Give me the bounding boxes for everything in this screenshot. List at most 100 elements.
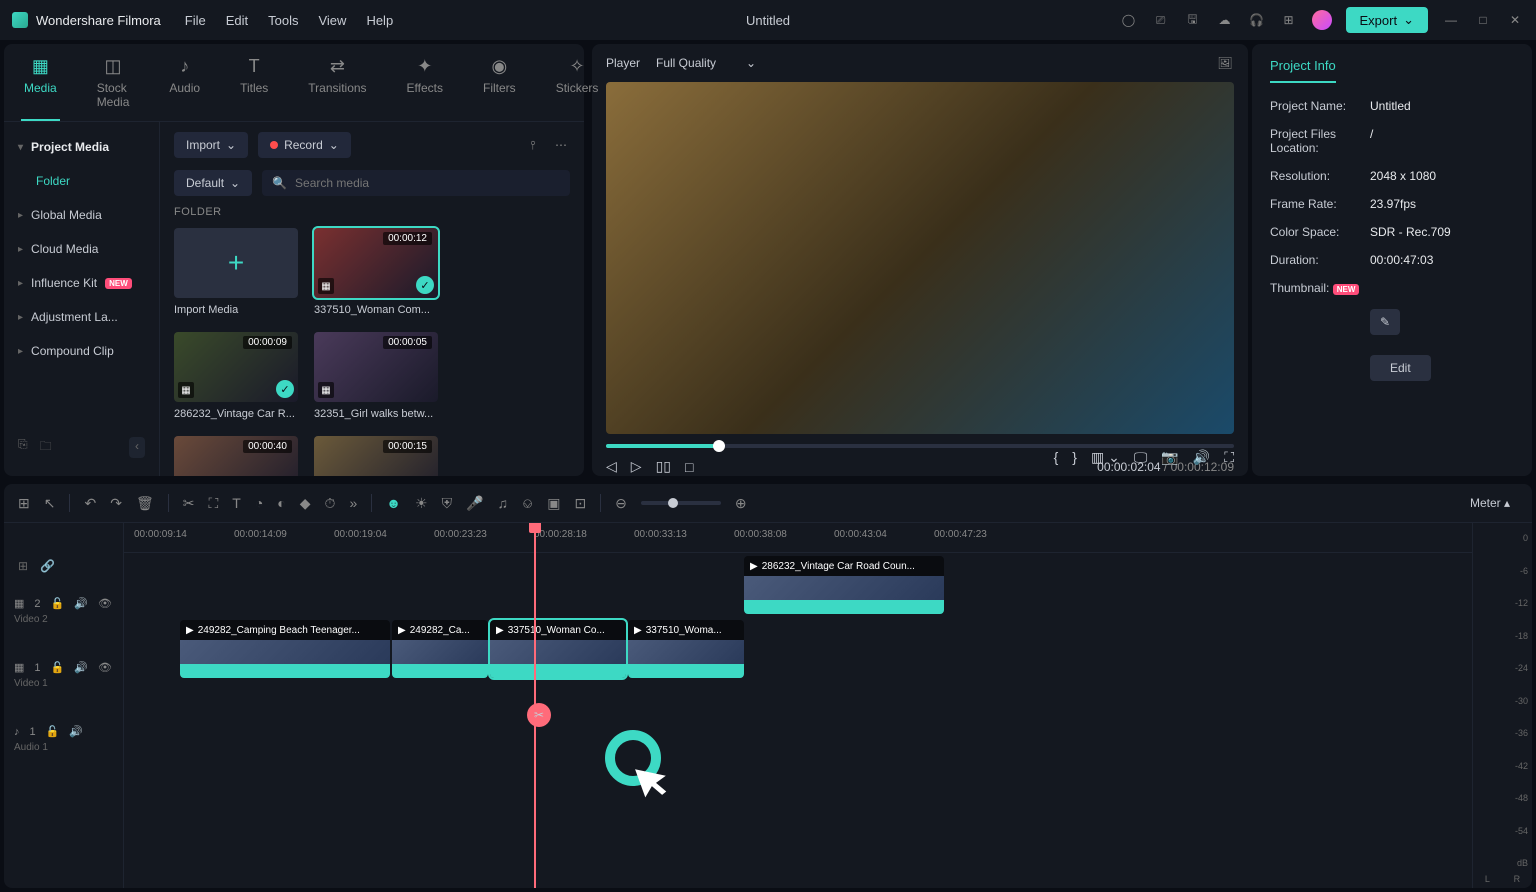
more-icon[interactable]: ⋯ — [552, 136, 570, 154]
apps-icon[interactable]: ⊞ — [1280, 11, 1298, 29]
sidebar-influence-kit[interactable]: ▸Influence KitNEW — [4, 266, 159, 300]
tab-filters[interactable]: ◉Filters — [475, 52, 524, 121]
lock-icon[interactable]: 🔓 — [51, 661, 65, 674]
zoom-in-button[interactable]: ⊕ — [735, 495, 747, 512]
lock-icon[interactable]: 🔓 — [51, 597, 65, 610]
export-button[interactable]: Export⌄ — [1346, 7, 1428, 33]
timer-tool[interactable]: ⏱ — [325, 495, 336, 512]
new-folder-icon[interactable]: ⎘ — [18, 437, 28, 458]
keyframe-tool[interactable]: ◆ — [300, 495, 311, 512]
sidebar-compound-clip[interactable]: ▸Compound Clip — [4, 334, 159, 368]
filter-icon[interactable]: ⫯ — [524, 136, 542, 154]
track-row[interactable]: ▶249282_Camping Beach Teenager...▶249282… — [124, 617, 1472, 681]
media-card[interactable]: 00:00:09▦✓286232_Vintage Car R... — [174, 332, 298, 420]
cloud-icon[interactable]: ☁ — [1216, 11, 1234, 29]
tab-transitions[interactable]: ⇄Transitions — [300, 52, 374, 121]
lock-icon[interactable]: 🔓 — [46, 725, 60, 738]
zoom-out-button[interactable]: ⊖ — [615, 495, 627, 512]
tab-media[interactable]: ▦Media — [16, 52, 65, 121]
speed-tool[interactable]: ◔ — [255, 495, 263, 511]
track-header[interactable]: ▦1🔓🔊👁Video 1 — [4, 643, 123, 707]
bracket-in-icon[interactable]: { — [1054, 449, 1059, 466]
sidebar-cloud-media[interactable]: ▸Cloud Media — [4, 232, 159, 266]
close-icon[interactable]: ✕ — [1506, 11, 1524, 29]
tab-titles[interactable]: TTitles — [232, 52, 276, 121]
meter-label[interactable]: Meter ▴ — [1470, 496, 1518, 510]
marker-icon[interactable]: ⊡ — [574, 495, 586, 512]
collapse-sidebar[interactable]: ‹ — [129, 437, 145, 458]
import-button[interactable]: Import⌄ — [174, 132, 248, 158]
tracks-area[interactable]: 00:00:09:1400:00:14:0900:00:19:0400:00:2… — [124, 523, 1472, 888]
crop-tool[interactable]: ⛶ — [208, 495, 218, 512]
avatar[interactable] — [1312, 10, 1332, 30]
sidebar-global-media[interactable]: ▸Global Media — [4, 198, 159, 232]
timeline-clip[interactable]: ▶286232_Vintage Car Road Coun... — [744, 556, 944, 614]
edit-button[interactable]: Edit — [1370, 355, 1431, 381]
record-button[interactable]: Record⌄ — [258, 132, 351, 158]
sort-dropdown[interactable]: Default⌄ — [174, 170, 252, 196]
track-add-icon[interactable]: ⊞ — [18, 559, 28, 573]
menu-tools[interactable]: Tools — [268, 13, 298, 28]
progress-knob[interactable] — [713, 440, 725, 452]
ratio-icon[interactable]: ▥ ⌄ — [1091, 449, 1120, 466]
delete-button[interactable]: 🗑 — [136, 495, 154, 512]
mute-icon[interactable]: 🔊 — [74, 597, 88, 610]
timeline-clip[interactable]: ▶337510_Woman Co... — [490, 620, 626, 678]
zoom-slider[interactable] — [641, 501, 721, 505]
track-row[interactable] — [124, 681, 1472, 745]
maximize-icon[interactable]: □ — [1474, 11, 1492, 29]
prev-frame-button[interactable]: ◁ — [606, 458, 617, 475]
media-card[interactable]: 00:00:40▦ — [174, 436, 298, 476]
track-header[interactable]: ♪1🔓🔊Audio 1 — [4, 707, 123, 771]
light-icon[interactable]: ⎉ — [522, 495, 533, 512]
select-tool[interactable]: ⊞ — [18, 495, 30, 512]
minimize-icon[interactable]: — — [1442, 11, 1460, 29]
tab-stock[interactable]: ◫Stock Media — [89, 52, 138, 121]
ai-tool[interactable]: ☻ — [386, 495, 401, 511]
cut-tool[interactable]: ✂ — [183, 495, 195, 512]
sidebar-adjustment-layer[interactable]: ▸Adjustment La... — [4, 300, 159, 334]
menu-file[interactable]: File — [185, 13, 206, 28]
preview-viewport[interactable] — [606, 82, 1234, 434]
redo-button[interactable]: ↷ — [110, 495, 122, 512]
timeline-clip[interactable]: ▶249282_Camping Beach Teenager... — [180, 620, 390, 678]
pause-button[interactable]: ▯▯ — [656, 458, 671, 475]
bracket-out-icon[interactable]: } — [1072, 449, 1077, 466]
tab-audio[interactable]: ♪Audio — [161, 52, 208, 121]
menu-help[interactable]: Help — [366, 13, 393, 28]
scissors-icon[interactable]: ✂ — [527, 703, 551, 727]
screen-icon[interactable]: ⎚ — [1152, 11, 1170, 29]
eye-icon[interactable]: 👁 — [98, 597, 112, 610]
save-icon[interactable]: 🖫 — [1184, 11, 1202, 29]
shield-icon[interactable]: ⛨ — [442, 495, 453, 512]
mic-icon[interactable]: 🎤 — [466, 495, 483, 512]
enhance-tool[interactable]: ☀ — [415, 495, 428, 512]
fullscreen-icon[interactable]: ⛶ — [1224, 449, 1234, 466]
search-input[interactable]: 🔍 — [262, 170, 570, 196]
color-tool[interactable]: ◐ — [277, 495, 285, 511]
text-tool[interactable]: T — [232, 495, 241, 511]
eye-icon[interactable]: 👁 — [98, 661, 112, 674]
more-tools[interactable]: » — [349, 495, 357, 511]
tab-effects[interactable]: ✦Effects — [399, 52, 451, 121]
stop-button[interactable]: □ — [685, 459, 693, 475]
link-icon[interactable]: 🔗 — [40, 559, 55, 573]
timeline-clip[interactable]: ▶337510_Woma... — [628, 620, 744, 678]
folder-icon[interactable]: 🗀 — [40, 437, 52, 458]
display-icon[interactable]: 🖵 — [1134, 449, 1148, 466]
menu-view[interactable]: View — [318, 13, 346, 28]
play-button[interactable]: ▷ — [631, 458, 642, 475]
undo-button[interactable]: ↶ — [84, 495, 96, 512]
progress-bar[interactable] — [606, 444, 1234, 448]
volume-icon[interactable]: 🔊 — [1193, 449, 1210, 466]
headphones-icon[interactable]: 🎧 — [1248, 11, 1266, 29]
frame-icon[interactable]: ▣ — [547, 495, 560, 512]
media-card[interactable]: 00:00:05▦32351_Girl walks betw... — [314, 332, 438, 420]
thumbnail-edit-button[interactable]: ✎ — [1370, 309, 1400, 335]
music-icon[interactable]: ♫ — [498, 495, 509, 511]
pointer-tool[interactable]: ↖ — [44, 495, 56, 512]
camera-icon[interactable]: 📷 — [1161, 449, 1178, 466]
circle-icon[interactable]: ◯ — [1120, 11, 1138, 29]
mute-icon[interactable]: 🔊 — [69, 725, 83, 738]
media-card[interactable]: +Import Media — [174, 228, 298, 316]
